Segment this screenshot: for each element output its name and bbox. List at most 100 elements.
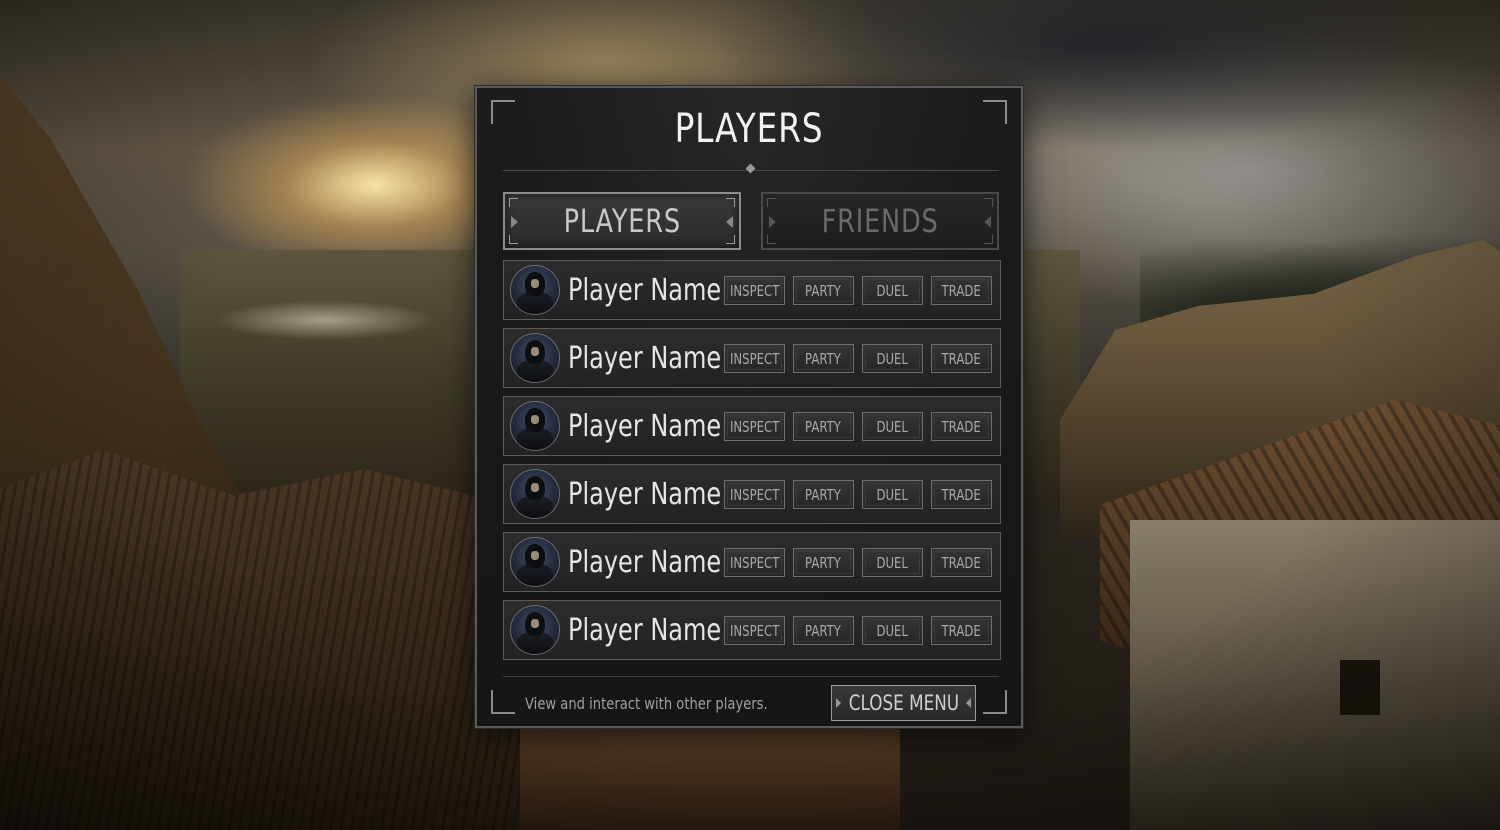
trade-button[interactable]: TRADE bbox=[931, 276, 992, 305]
button-label: TRADE bbox=[941, 485, 982, 504]
button-label: PARTY bbox=[805, 417, 842, 436]
button-label: PARTY bbox=[805, 553, 842, 572]
tab-label: FRIENDS bbox=[821, 202, 939, 240]
player-actions: INSPECT PARTY DUEL TRADE bbox=[724, 480, 992, 509]
bracket-ornament bbox=[726, 198, 735, 207]
panel-title: PLAYERS bbox=[674, 106, 824, 152]
player-name: Player Name bbox=[568, 340, 722, 376]
button-label: INSPECT bbox=[729, 621, 780, 640]
player-row: Player Name INSPECT PARTY DUEL TRADE bbox=[503, 328, 1001, 388]
corner-ornament bbox=[983, 100, 1007, 124]
player-row: Player Name INSPECT PARTY DUEL TRADE bbox=[503, 532, 1001, 592]
button-label: DUEL bbox=[876, 281, 909, 300]
button-label: DUEL bbox=[876, 349, 909, 368]
party-button[interactable]: PARTY bbox=[793, 276, 854, 305]
arrow-right-icon bbox=[769, 216, 776, 228]
inspect-button[interactable]: INSPECT bbox=[724, 344, 785, 373]
button-label: PARTY bbox=[805, 621, 842, 640]
inspect-button[interactable]: INSPECT bbox=[724, 480, 785, 509]
duel-button[interactable]: DUEL bbox=[862, 276, 923, 305]
button-label: TRADE bbox=[941, 349, 982, 368]
arrow-right-icon bbox=[836, 698, 841, 708]
tab-players[interactable]: PLAYERS bbox=[503, 192, 741, 250]
player-actions: INSPECT PARTY DUEL TRADE bbox=[724, 344, 992, 373]
tab-friends[interactable]: FRIENDS bbox=[761, 192, 999, 250]
tab-bar: PLAYERS FRIENDS bbox=[503, 192, 999, 252]
trade-button[interactable]: TRADE bbox=[931, 344, 992, 373]
footer-hint: View and interact with other players. bbox=[525, 694, 768, 713]
corner-ornament bbox=[491, 100, 515, 124]
close-menu-button[interactable]: CLOSE MENU bbox=[831, 685, 976, 721]
player-actions: INSPECT PARTY DUEL TRADE bbox=[724, 548, 992, 577]
button-label: CLOSE MENU bbox=[848, 691, 959, 715]
arrow-right-icon bbox=[511, 216, 518, 228]
duel-button[interactable]: DUEL bbox=[862, 616, 923, 645]
duel-button[interactable]: DUEL bbox=[862, 480, 923, 509]
avatar[interactable] bbox=[510, 469, 560, 519]
player-actions: INSPECT PARTY DUEL TRADE bbox=[724, 276, 992, 305]
avatar[interactable] bbox=[510, 265, 560, 315]
divider-diamond-icon bbox=[745, 163, 756, 174]
players-panel: PLAYERS PLAYERS FRIENDS Player Name INSP… bbox=[475, 86, 1023, 728]
player-row: Player Name INSPECT PARTY DUEL TRADE bbox=[503, 600, 1001, 660]
button-label: TRADE bbox=[941, 281, 982, 300]
button-label: INSPECT bbox=[729, 485, 780, 504]
inspect-button[interactable]: INSPECT bbox=[724, 412, 785, 441]
button-label: DUEL bbox=[876, 485, 909, 504]
player-row: Player Name INSPECT PARTY DUEL TRADE bbox=[503, 464, 1001, 524]
bracket-ornament bbox=[984, 198, 993, 207]
bracket-ornament bbox=[509, 235, 518, 244]
trade-button[interactable]: TRADE bbox=[931, 480, 992, 509]
inspect-button[interactable]: INSPECT bbox=[724, 616, 785, 645]
button-label: INSPECT bbox=[729, 349, 780, 368]
footer-divider bbox=[503, 676, 999, 677]
bracket-ornament bbox=[984, 235, 993, 244]
button-label: PARTY bbox=[805, 349, 842, 368]
player-name: Player Name bbox=[568, 544, 722, 580]
player-list: Player Name INSPECT PARTY DUEL TRADE Pla… bbox=[503, 260, 1001, 668]
trade-button[interactable]: TRADE bbox=[931, 548, 992, 577]
corner-ornament bbox=[491, 690, 515, 714]
button-label: PARTY bbox=[805, 281, 842, 300]
duel-button[interactable]: DUEL bbox=[862, 344, 923, 373]
bracket-ornament bbox=[726, 235, 735, 244]
button-label: INSPECT bbox=[729, 553, 780, 572]
avatar[interactable] bbox=[510, 401, 560, 451]
player-actions: INSPECT PARTY DUEL TRADE bbox=[724, 616, 992, 645]
button-label: DUEL bbox=[876, 417, 909, 436]
corner-ornament bbox=[983, 690, 1007, 714]
inspect-button[interactable]: INSPECT bbox=[724, 548, 785, 577]
avatar[interactable] bbox=[510, 333, 560, 383]
player-name: Player Name bbox=[568, 272, 722, 308]
player-actions: INSPECT PARTY DUEL TRADE bbox=[724, 412, 992, 441]
party-button[interactable]: PARTY bbox=[793, 412, 854, 441]
party-button[interactable]: PARTY bbox=[793, 548, 854, 577]
button-label: DUEL bbox=[876, 621, 909, 640]
tab-label: PLAYERS bbox=[563, 202, 681, 240]
arrow-left-icon bbox=[984, 216, 991, 228]
button-label: TRADE bbox=[941, 621, 982, 640]
bracket-ornament bbox=[767, 198, 776, 207]
button-label: INSPECT bbox=[729, 417, 780, 436]
party-button[interactable]: PARTY bbox=[793, 616, 854, 645]
player-name: Player Name bbox=[568, 612, 722, 648]
player-name: Player Name bbox=[568, 476, 722, 512]
trade-button[interactable]: TRADE bbox=[931, 412, 992, 441]
duel-button[interactable]: DUEL bbox=[862, 548, 923, 577]
avatar[interactable] bbox=[510, 537, 560, 587]
player-row: Player Name INSPECT PARTY DUEL TRADE bbox=[503, 396, 1001, 456]
button-label: PARTY bbox=[805, 485, 842, 504]
button-label: TRADE bbox=[941, 553, 982, 572]
avatar[interactable] bbox=[510, 605, 560, 655]
duel-button[interactable]: DUEL bbox=[862, 412, 923, 441]
party-button[interactable]: PARTY bbox=[793, 344, 854, 373]
inspect-button[interactable]: INSPECT bbox=[724, 276, 785, 305]
trade-button[interactable]: TRADE bbox=[931, 616, 992, 645]
party-button[interactable]: PARTY bbox=[793, 480, 854, 509]
button-label: DUEL bbox=[876, 553, 909, 572]
player-row: Player Name INSPECT PARTY DUEL TRADE bbox=[503, 260, 1001, 320]
bracket-ornament bbox=[509, 198, 518, 207]
player-name: Player Name bbox=[568, 408, 722, 444]
arrow-left-icon bbox=[726, 216, 733, 228]
button-label: INSPECT bbox=[729, 281, 780, 300]
